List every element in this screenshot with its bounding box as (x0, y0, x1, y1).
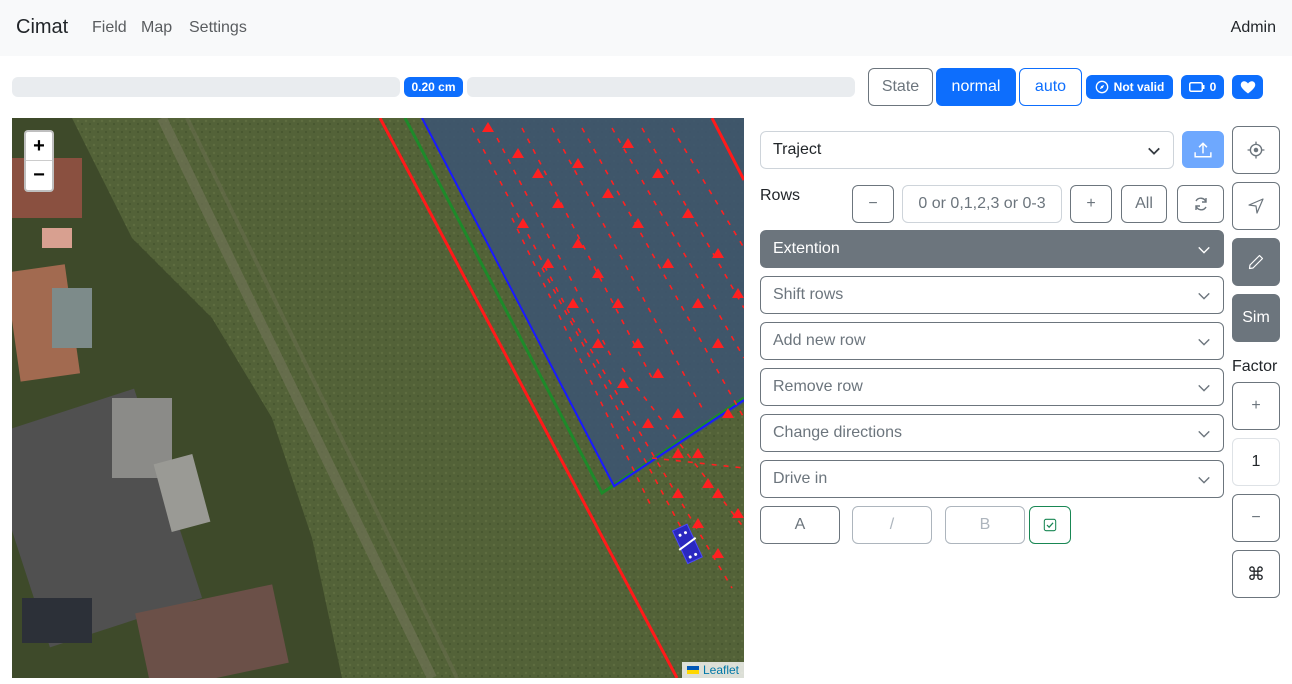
locate-button[interactable] (1232, 126, 1280, 174)
map-view[interactable]: + − Leaflet (12, 118, 744, 678)
leaflet-link[interactable]: Leaflet (703, 663, 739, 677)
ukraine-flag-icon (686, 666, 699, 674)
point-a-button[interactable]: A (760, 506, 840, 544)
zoom-in-button[interactable]: + (26, 132, 52, 161)
validity-badge[interactable]: Not valid (1086, 75, 1173, 99)
factor-label: Factor (1232, 358, 1278, 375)
traject-select[interactable]: Traject (760, 131, 1174, 169)
zoom-out-button[interactable]: − (26, 161, 52, 190)
factor-plus-button[interactable]: + (1232, 382, 1280, 430)
upload-icon (1194, 141, 1212, 157)
chevron-down-icon (1198, 430, 1210, 438)
traject-select-value: Traject (773, 141, 822, 158)
point-b-button[interactable]: B (945, 506, 1025, 544)
accordion-add-new-row-label: Add new row (773, 332, 866, 349)
accordion-add-new-row[interactable]: Add new row (760, 322, 1224, 360)
accordion-remove-row-label: Remove row (773, 378, 863, 395)
mode-normal-button[interactable]: normal (936, 68, 1016, 106)
check-square-icon (1043, 518, 1057, 532)
nav-link-field[interactable]: Field (92, 19, 127, 37)
mode-auto-button[interactable]: auto (1019, 68, 1082, 106)
upload-button[interactable] (1182, 131, 1224, 168)
point-separator-button[interactable]: / (852, 506, 932, 544)
accordion-change-directions[interactable]: Change directions (760, 414, 1224, 452)
chevron-down-icon (1198, 384, 1210, 392)
accuracy-bar-left (12, 77, 400, 97)
chevron-down-icon (1198, 246, 1210, 254)
rows-label: Rows (760, 187, 801, 204)
validity-label: Not valid (1113, 80, 1165, 94)
chevron-down-icon (1198, 338, 1210, 346)
navigate-button[interactable] (1232, 182, 1280, 230)
accordion-shift-rows-label: Shift rows (773, 286, 844, 303)
map-attribution: Leaflet (681, 662, 744, 678)
state-button[interactable]: State (868, 68, 933, 106)
chevron-down-icon (1198, 476, 1210, 484)
rows-input[interactable]: 0 or 0,1,2,3 or 0-3 (902, 185, 1062, 223)
navigation-arrow-icon (1248, 198, 1264, 214)
zoom-control: + − (24, 130, 54, 192)
accordion-drive-in-label: Drive in (773, 470, 828, 487)
accuracy-badge: 0.20 cm (404, 77, 463, 97)
accordion-shift-rows[interactable]: Shift rows (760, 276, 1224, 314)
rows-all-button[interactable]: All (1121, 185, 1167, 223)
pencil-icon (1248, 254, 1264, 270)
confirm-button[interactable] (1029, 506, 1071, 544)
satellite-map (12, 118, 744, 678)
chevron-down-icon (1148, 147, 1160, 155)
command-button[interactable]: ⌘ (1232, 550, 1280, 598)
compass-icon (1095, 80, 1108, 94)
accuracy-bar-right (467, 77, 855, 97)
accordion-drive-in[interactable]: Drive in (760, 460, 1224, 498)
accordion-remove-row[interactable]: Remove row (760, 368, 1224, 406)
heart-button[interactable] (1232, 75, 1263, 99)
navbar: Cimat Field Map Settings Admin (0, 0, 1292, 56)
battery-icon (1188, 82, 1205, 92)
accordion-extention-label: Extention (773, 240, 840, 257)
sim-button[interactable]: Sim (1232, 294, 1280, 342)
rows-plus-button[interactable]: + (1070, 185, 1112, 223)
rows-minus-button[interactable]: − (852, 185, 894, 223)
rows-refresh-button[interactable] (1177, 185, 1224, 223)
target-icon (1247, 141, 1265, 159)
heart-icon (1240, 81, 1255, 94)
battery-badge[interactable]: 0 (1181, 75, 1224, 99)
edit-button[interactable] (1232, 238, 1280, 286)
factor-minus-button[interactable]: − (1232, 494, 1280, 542)
user-menu[interactable]: Admin (1231, 19, 1276, 37)
battery-count: 0 (1209, 80, 1217, 94)
nav-link-settings[interactable]: Settings (189, 19, 247, 37)
chevron-down-icon (1198, 292, 1210, 300)
refresh-icon (1194, 197, 1207, 211)
nav-link-map[interactable]: Map (141, 19, 172, 37)
brand-logo[interactable]: Cimat (16, 16, 68, 39)
accordion-extention[interactable]: Extention (760, 230, 1224, 268)
accordion-change-directions-label: Change directions (773, 424, 902, 441)
factor-value: 1 (1232, 438, 1280, 486)
